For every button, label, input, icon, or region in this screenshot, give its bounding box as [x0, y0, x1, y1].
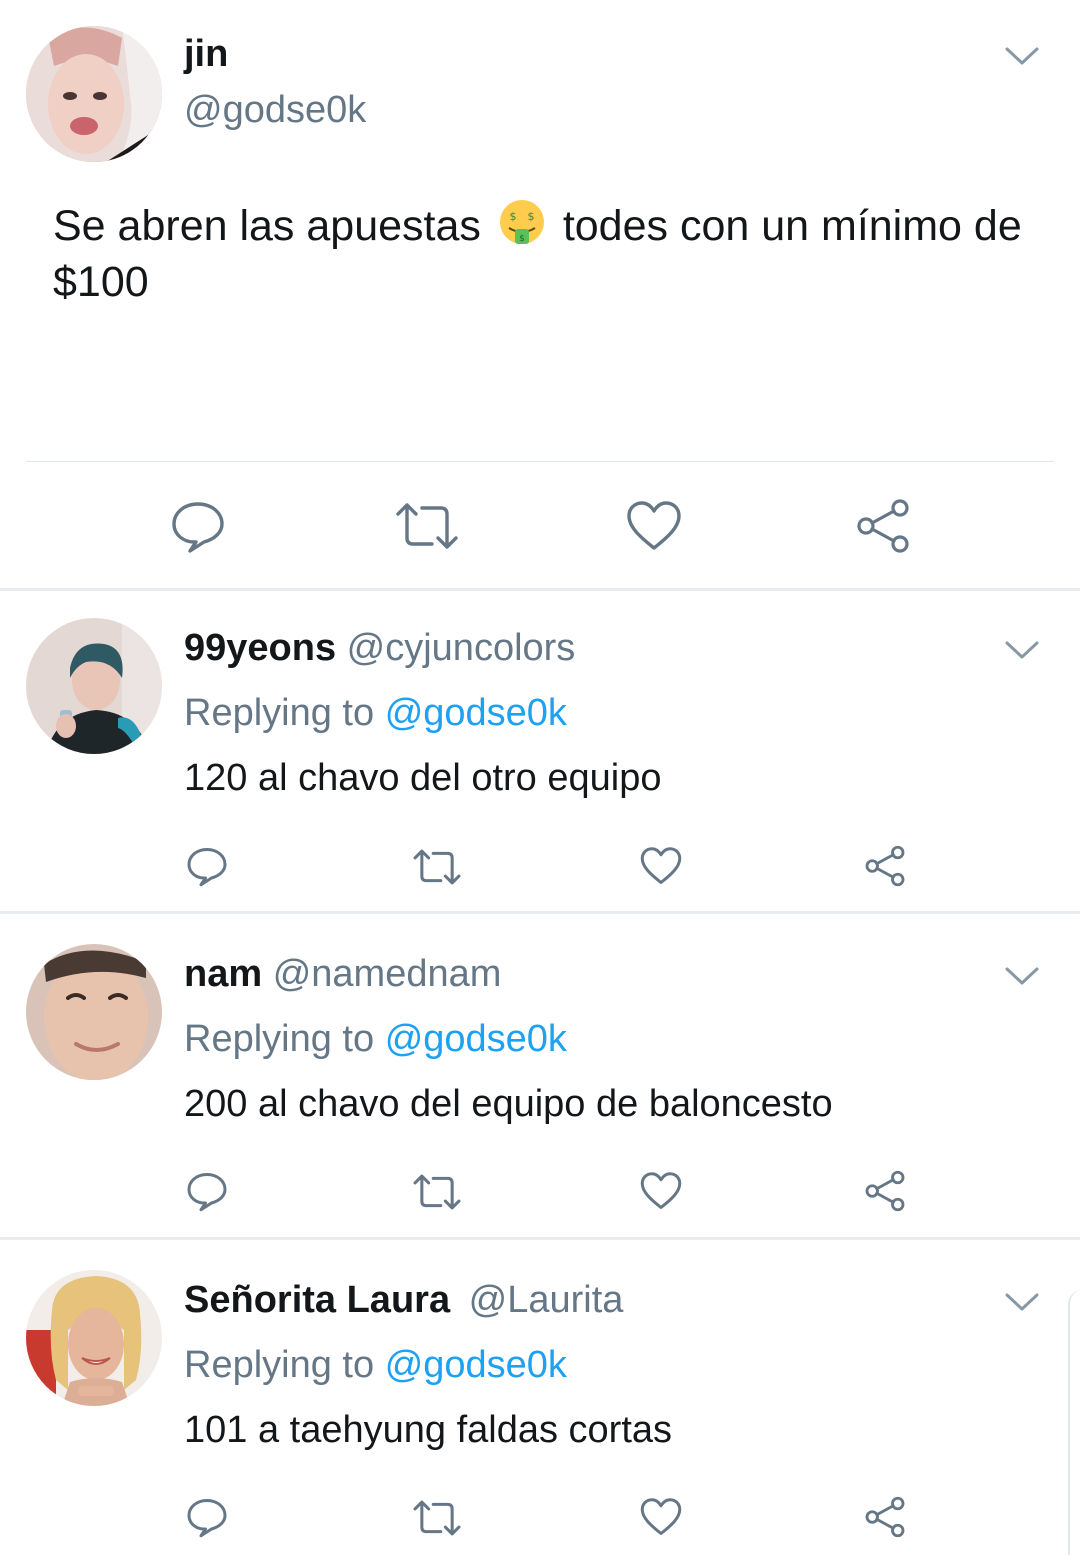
reply-display-name[interactable]: 99yeons: [184, 627, 336, 669]
replying-to-line: Replying to @godse0k: [184, 691, 567, 735]
replying-to-label: Replying to: [184, 1018, 375, 1060]
reply-icon[interactable]: [170, 498, 226, 554]
heart-icon[interactable]: [640, 1171, 682, 1211]
replying-to-label: Replying to: [184, 692, 375, 734]
heart-icon[interactable]: [626, 500, 682, 552]
heart-icon[interactable]: [640, 1497, 682, 1537]
chevron-down-icon[interactable]: [1004, 1290, 1040, 1314]
screen-edge-curve: [1068, 1290, 1080, 1555]
reply-display-name[interactable]: Señorita Laura: [184, 1279, 450, 1321]
retweet-icon[interactable]: [394, 500, 460, 552]
main-tweet-avatar[interactable]: [26, 26, 162, 162]
share-icon[interactable]: [863, 1170, 907, 1212]
tweet-separator: [0, 1237, 1080, 1240]
replying-to-mention[interactable]: @godse0k: [385, 1344, 567, 1386]
reply-handle[interactable]: @cyjuncolors: [347, 627, 576, 669]
chevron-down-icon[interactable]: [1004, 44, 1040, 68]
reply-icon[interactable]: [186, 845, 228, 887]
main-tweet-display-name[interactable]: jin: [184, 32, 228, 76]
reply-header: 99yeons @cyjuncolors: [184, 626, 575, 670]
heart-icon[interactable]: [640, 846, 682, 886]
retweet-icon[interactable]: [412, 1498, 462, 1538]
tweet-separator: [0, 588, 1080, 591]
replying-to-line: Replying to @godse0k: [184, 1017, 567, 1061]
money-mouth-face-icon: $ $ $: [497, 198, 547, 248]
share-icon[interactable]: [854, 498, 912, 554]
reply-text: 200 al chavo del equipo de baloncesto: [184, 1083, 833, 1125]
main-tweet-divider: [26, 461, 1054, 462]
reply-text: 101 a taehyung faldas cortas: [184, 1409, 673, 1451]
replying-to-line: Replying to @godse0k: [184, 1343, 567, 1387]
tweet-separator: [0, 911, 1080, 914]
replying-to-mention[interactable]: @godse0k: [385, 1018, 567, 1060]
main-tweet-text-part-1: Se abren las apuestas: [53, 202, 481, 250]
chevron-down-icon[interactable]: [1004, 638, 1040, 662]
reply-avatar-99yeons[interactable]: [26, 618, 162, 754]
main-tweet-text: Se abren las apuestas $ $ $ todes con un…: [53, 198, 1043, 310]
reply-text: 120 al chavo del otro equipo: [184, 757, 662, 799]
reply-icon[interactable]: [186, 1496, 228, 1538]
retweet-icon[interactable]: [412, 1172, 462, 1212]
reply-header: nam @namednam: [184, 952, 501, 996]
retweet-icon[interactable]: [412, 847, 462, 887]
share-icon[interactable]: [863, 1496, 907, 1538]
replying-to-label: Replying to: [184, 1344, 375, 1386]
reply-avatar-nam[interactable]: [26, 944, 162, 1080]
reply-handle[interactable]: @Laurita: [469, 1279, 624, 1321]
reply-handle[interactable]: @namednam: [273, 953, 502, 995]
share-icon[interactable]: [863, 845, 907, 887]
reply-header: Señorita Laura @Laurita: [184, 1278, 623, 1322]
main-tweet-handle[interactable]: @godse0k: [184, 88, 366, 132]
reply-icon[interactable]: [186, 1170, 228, 1212]
svg-text:$: $: [527, 210, 534, 223]
reply-avatar-senorita-laura[interactable]: [26, 1270, 162, 1406]
replying-to-mention[interactable]: @godse0k: [385, 692, 567, 734]
chevron-down-icon[interactable]: [1004, 964, 1040, 988]
svg-text:$: $: [519, 234, 525, 244]
svg-text:$: $: [509, 210, 516, 223]
reply-display-name[interactable]: nam: [184, 953, 262, 995]
